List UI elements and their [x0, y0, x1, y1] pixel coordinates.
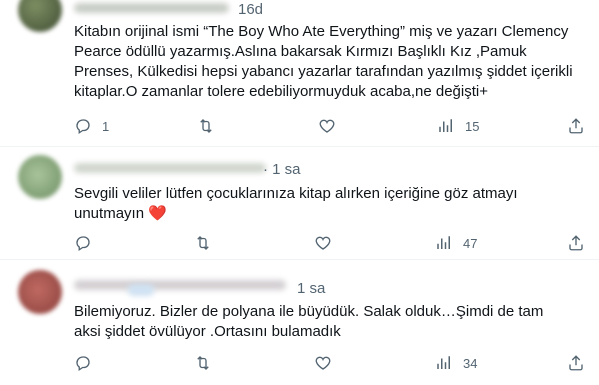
views-count: 15: [465, 118, 480, 134]
retweet-icon: [197, 356, 209, 370]
avatar[interactable]: [18, 155, 62, 199]
tweet-text-content: Sevgili veliler lütfen çocuklarınıza kit…: [74, 185, 518, 222]
views-count: 47: [463, 235, 478, 251]
share-button[interactable]: [567, 115, 585, 137]
retweet-icon: [197, 236, 209, 250]
tweet-timestamp[interactable]: 1 sa: [297, 280, 325, 297]
reply-button[interactable]: [74, 232, 92, 254]
reply-icon: [76, 236, 90, 252]
views-count: 34: [463, 355, 478, 371]
tweet-actions: 34: [74, 352, 589, 374]
share-button[interactable]: [567, 352, 585, 374]
redacted-username: [74, 3, 229, 13]
retweet-button[interactable]: [194, 352, 212, 374]
like-icon: [315, 356, 331, 370]
tweet-text: Sevgili veliler lütfen çocuklarınıza kit…: [74, 184, 534, 224]
tweet-1[interactable]: 16d Kitabın orijinal ismi “The Boy Who A…: [0, 0, 599, 146]
reply-count: 1: [102, 118, 110, 134]
tweet-timestamp[interactable]: 16d: [238, 1, 263, 18]
tweet-actions: 47: [74, 232, 589, 254]
like-button[interactable]: [314, 352, 332, 374]
redacted-username: [74, 163, 266, 173]
retweet-button[interactable]: [194, 232, 212, 254]
views-icon: [439, 119, 452, 132]
like-button[interactable]: [318, 115, 336, 137]
tweet-3[interactable]: 1 sa Bilemiyoruz. Bizler de polyana ile …: [0, 260, 599, 385]
heart-emoji: ❤️: [148, 205, 167, 222]
redacted-username: [74, 280, 286, 290]
views-button[interactable]: 47: [435, 232, 477, 254]
avatar[interactable]: [18, 270, 62, 314]
views-icon: [437, 356, 450, 369]
reply-icon: [76, 119, 90, 135]
views-button[interactable]: 15: [437, 115, 479, 137]
reply-button[interactable]: 1: [74, 115, 109, 137]
like-button[interactable]: [314, 232, 332, 254]
tweet-2[interactable]: · 1 sa Sevgili veliler lütfen çocukların…: [0, 147, 599, 259]
share-icon: [569, 235, 583, 251]
tweet-actions: 1 15: [74, 115, 589, 137]
reply-button[interactable]: [74, 352, 92, 374]
views-button[interactable]: 34: [435, 352, 477, 374]
retweet-button[interactable]: [197, 115, 215, 137]
tweet-text: Kitabın orijinal ismi “The Boy Who Ate E…: [74, 23, 573, 100]
tweet-timestamp[interactable]: · 1 sa: [263, 161, 301, 178]
reply-icon: [76, 356, 90, 372]
share-icon: [569, 118, 583, 134]
share-icon: [569, 355, 583, 371]
avatar[interactable]: [18, 0, 62, 32]
like-icon: [319, 119, 335, 133]
like-icon: [315, 236, 331, 250]
views-icon: [437, 236, 450, 249]
retweet-icon: [200, 119, 212, 133]
tweet-text: Bilemiyoruz. Bizler de polyana ile büyüd…: [74, 303, 544, 340]
share-button[interactable]: [567, 232, 585, 254]
redacted-badge: [128, 284, 154, 296]
